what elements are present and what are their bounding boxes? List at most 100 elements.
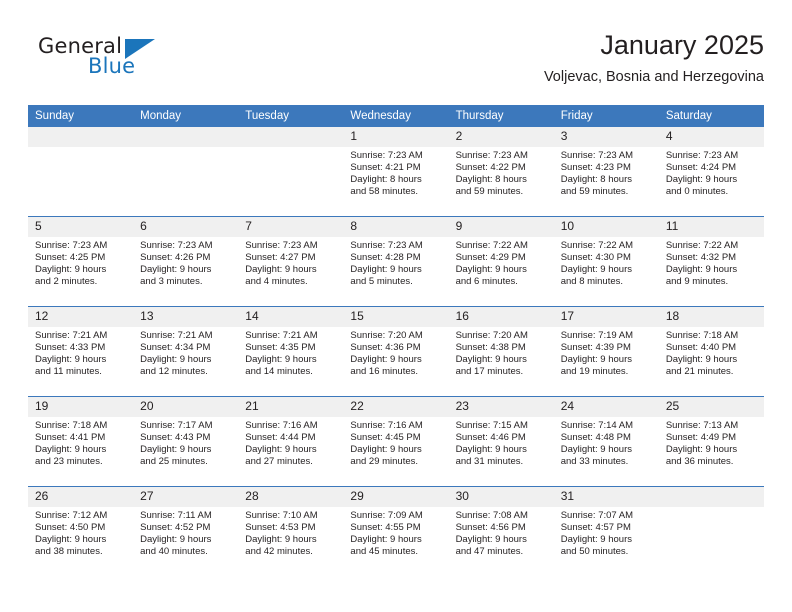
- calendar-day-cell[interactable]: 1 Sunrise: 7:23 AM Sunset: 4:21 PM Daylight…: [343, 127, 449, 217]
- page-title: January 2025: [600, 30, 764, 60]
- calendar-day-cell[interactable]: 2 Sunrise: 7:23 AM Sunset: 4:22 PM Daylight…: [448, 127, 554, 217]
- calendar-day-cell[interactable]: 23 Sunrise: 7:15 AM Sunset: 4:46 PM Dayligh…: [448, 396, 554, 487]
- day-number: 18: [658, 307, 764, 327]
- daylight-text-line1: Daylight: 9 hours: [140, 444, 212, 456]
- calendar-week-row: 26 Sunrise: 7:12 AM Sunset: 4:50 PM Dayligh…: [28, 486, 764, 576]
- calendar-day-cell[interactable]: 19 Sunrise: 7:18 AM Sunset: 4:41 PM Dayligh…: [28, 396, 134, 487]
- day-number: 5: [28, 217, 134, 237]
- sunrise-text: Sunrise: 7:14 AM: [560, 420, 634, 431]
- day-number: 15: [343, 307, 449, 327]
- calendar-day-cell[interactable]: 4 Sunrise: 7:23 AM Sunset: 4:24 PM Daylight…: [658, 127, 764, 217]
- daylight-text-line1: Daylight: 9 hours: [455, 444, 527, 456]
- day-sun-info: Sunrise: 7:23 AM Sunset: 4:27 PM Daylight:…: [238, 237, 343, 288]
- day-sun-info: Sunrise: 7:23 AM Sunset: 4:28 PM Daylight:…: [343, 237, 448, 288]
- daylight-text-line2: and 23 minutes.: [35, 456, 103, 468]
- day-number: 14: [238, 307, 344, 327]
- day-sun-info: Sunrise: 7:16 AM Sunset: 4:45 PM Daylight:…: [343, 417, 448, 468]
- sunrise-text: Sunrise: 7:23 AM: [560, 150, 634, 161]
- calendar-day-cell[interactable]: 31 Sunrise: 7:07 AM Sunset: 4:57 PM Dayligh…: [553, 486, 659, 576]
- daylight-text-line1: Daylight: 9 hours: [560, 354, 632, 366]
- sunset-text: Sunset: 4:35 PM: [245, 342, 316, 354]
- day-sun-info: Sunrise: 7:20 AM Sunset: 4:36 PM Daylight:…: [343, 327, 448, 378]
- daylight-text-line2: and 6 minutes.: [455, 276, 518, 288]
- calendar-day-cell[interactable]: 24 Sunrise: 7:14 AM Sunset: 4:48 PM Dayligh…: [553, 396, 659, 487]
- calendar-day-cell[interactable]: 8 Sunrise: 7:23 AM Sunset: 4:28 PM Daylight…: [343, 216, 449, 307]
- calendar-day-cell[interactable]: 6 Sunrise: 7:23 AM Sunset: 4:26 PM Daylight…: [133, 216, 239, 307]
- sunrise-text: Sunrise: 7:12 AM: [35, 510, 108, 521]
- day-number: 26: [28, 487, 134, 507]
- sunrise-text: Sunrise: 7:10 AM: [245, 510, 318, 521]
- calendar-day-cell[interactable]: 5 Sunrise: 7:23 AM Sunset: 4:25 PM Daylight…: [28, 216, 134, 307]
- day-number: 10: [553, 217, 659, 237]
- day-sun-info: Sunrise: 7:21 AM Sunset: 4:34 PM Daylight:…: [133, 327, 238, 378]
- page-header: General Blue January 2025 Voljevac, Bosn…: [28, 28, 764, 96]
- sunrise-text: Sunrise: 7:09 AM: [350, 510, 423, 521]
- calendar-day-cell[interactable]: 26 Sunrise: 7:12 AM Sunset: 4:50 PM Dayligh…: [28, 486, 134, 576]
- calendar-day-cell[interactable]: 22 Sunrise: 7:16 AM Sunset: 4:45 PM Dayligh…: [343, 396, 449, 487]
- daylight-text-line2: and 45 minutes.: [350, 546, 419, 558]
- daylight-text-line2: and 5 minutes.: [350, 276, 413, 288]
- day-number: 19: [28, 397, 134, 417]
- daylight-text-line1: Daylight: 9 hours: [140, 534, 212, 546]
- sunrise-text: Sunrise: 7:22 AM: [455, 240, 528, 251]
- sunrise-text: Sunrise: 7:15 AM: [455, 420, 528, 431]
- calendar-day-cell[interactable]: 28 Sunrise: 7:10 AM Sunset: 4:53 PM Dayligh…: [238, 486, 344, 576]
- daylight-text-line2: and 4 minutes.: [245, 276, 308, 288]
- day-number: 16: [448, 307, 554, 327]
- calendar-day-cell[interactable]: 17 Sunrise: 7:19 AM Sunset: 4:39 PM Dayligh…: [553, 306, 659, 397]
- calendar-day-cell[interactable]: 15 Sunrise: 7:20 AM Sunset: 4:36 PM Dayligh…: [343, 306, 449, 397]
- sunset-text: Sunset: 4:40 PM: [665, 342, 737, 354]
- day-number: 17: [553, 307, 659, 327]
- sunrise-text: Sunrise: 7:21 AM: [245, 330, 318, 341]
- calendar-day-cell[interactable]: 7 Sunrise: 7:23 AM Sunset: 4:27 PM Daylight…: [238, 216, 344, 307]
- daylight-text-line2: and 31 minutes.: [455, 456, 524, 468]
- sunrise-text: Sunrise: 7:19 AM: [560, 330, 634, 341]
- weekday-header-monday: Monday: [133, 105, 239, 127]
- daylight-text-line2: and 59 minutes.: [455, 186, 524, 198]
- weekday-header-friday: Friday: [553, 105, 659, 127]
- daylight-text-line2: and 33 minutes.: [560, 456, 629, 468]
- sunset-text: Sunset: 4:28 PM: [350, 252, 421, 264]
- day-sun-info: Sunrise: 7:15 AM Sunset: 4:46 PM Daylight:…: [449, 417, 554, 468]
- calendar-day-cell[interactable]: 14 Sunrise: 7:21 AM Sunset: 4:35 PM Dayligh…: [238, 306, 344, 397]
- day-sun-info: Sunrise: 7:23 AM Sunset: 4:24 PM Daylight:…: [659, 147, 764, 198]
- daylight-text-line1: Daylight: 9 hours: [245, 264, 317, 276]
- daylight-text-line2: and 0 minutes.: [665, 186, 729, 198]
- daylight-text-line2: and 17 minutes.: [455, 366, 524, 378]
- sunset-text: Sunset: 4:50 PM: [35, 522, 106, 534]
- calendar-day-cell[interactable]: 12 Sunrise: 7:21 AM Sunset: 4:33 PM Dayligh…: [28, 306, 134, 397]
- daylight-text-line2: and 12 minutes.: [140, 366, 208, 378]
- calendar-day-cell-empty: [28, 127, 134, 217]
- calendar-day-cell[interactable]: 11 Sunrise: 7:22 AM Sunset: 4:32 PM Dayligh…: [658, 216, 764, 307]
- calendar-day-cell[interactable]: 9 Sunrise: 7:22 AM Sunset: 4:29 PM Daylight…: [448, 216, 554, 307]
- sunset-text: Sunset: 4:33 PM: [35, 342, 106, 354]
- sunrise-text: Sunrise: 7:07 AM: [560, 510, 634, 521]
- daylight-text-line2: and 11 minutes.: [35, 366, 102, 378]
- calendar-day-cell[interactable]: 20 Sunrise: 7:17 AM Sunset: 4:43 PM Dayligh…: [133, 396, 239, 487]
- calendar-day-cell[interactable]: 3 Sunrise: 7:23 AM Sunset: 4:23 PM Daylight…: [553, 127, 659, 217]
- daylight-text-line1: Daylight: 9 hours: [245, 444, 317, 456]
- sunrise-text: Sunrise: 7:17 AM: [140, 420, 213, 431]
- calendar-day-cell[interactable]: 13 Sunrise: 7:21 AM Sunset: 4:34 PM Dayligh…: [133, 306, 239, 397]
- calendar-day-cell[interactable]: 29 Sunrise: 7:09 AM Sunset: 4:55 PM Dayligh…: [343, 486, 449, 576]
- day-sun-info: Sunrise: 7:07 AM Sunset: 4:57 PM Daylight:…: [554, 507, 659, 558]
- daylight-text-line1: Daylight: 9 hours: [35, 444, 107, 456]
- sunset-text: Sunset: 4:34 PM: [140, 342, 211, 354]
- calendar-day-cell[interactable]: 18 Sunrise: 7:18 AM Sunset: 4:40 PM Dayligh…: [658, 306, 764, 397]
- calendar-day-cell[interactable]: 16 Sunrise: 7:20 AM Sunset: 4:38 PM Dayligh…: [448, 306, 554, 397]
- day-sun-info: Sunrise: 7:11 AM Sunset: 4:52 PM Daylight:…: [133, 507, 238, 558]
- sunset-text: Sunset: 4:48 PM: [560, 432, 631, 444]
- daylight-text-line1: Daylight: 8 hours: [350, 174, 422, 186]
- daylight-text-line2: and 36 minutes.: [665, 456, 734, 468]
- calendar-day-cell[interactable]: 30 Sunrise: 7:08 AM Sunset: 4:56 PM Dayligh…: [448, 486, 554, 576]
- calendar-day-cell[interactable]: 10 Sunrise: 7:22 AM Sunset: 4:30 PM Dayligh…: [553, 216, 659, 307]
- calendar-day-cell[interactable]: 27 Sunrise: 7:11 AM Sunset: 4:52 PM Dayligh…: [133, 486, 239, 576]
- daylight-text-line1: Daylight: 9 hours: [455, 264, 527, 276]
- calendar-day-cell[interactable]: 25 Sunrise: 7:13 AM Sunset: 4:49 PM Dayligh…: [658, 396, 764, 487]
- day-number: 31: [553, 487, 659, 507]
- day-number: 30: [448, 487, 554, 507]
- day-sun-info: Sunrise: 7:18 AM Sunset: 4:41 PM Daylight:…: [28, 417, 133, 468]
- weekday-header-saturday: Saturday: [658, 105, 764, 127]
- calendar-day-cell[interactable]: 21 Sunrise: 7:16 AM Sunset: 4:44 PM Dayligh…: [238, 396, 344, 487]
- weekday-header-sunday: Sunday: [28, 105, 134, 127]
